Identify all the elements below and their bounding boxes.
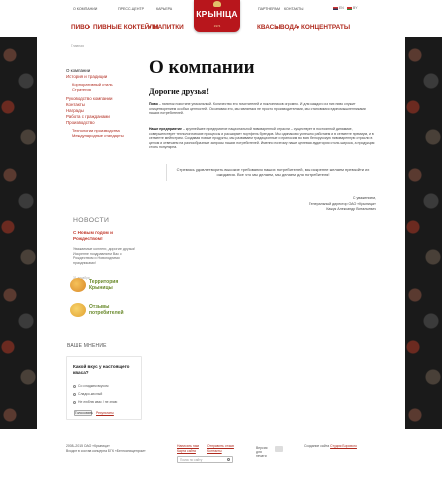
breadcrumb[interactable]: Главная bbox=[71, 44, 84, 48]
topnav-about[interactable]: О КОМПАНИИ bbox=[73, 7, 97, 11]
search-input[interactable]: Поиск по сайту bbox=[177, 456, 233, 463]
poll-widget: Какой вкус у настоящего кваса? Со сладки… bbox=[66, 356, 142, 420]
promo-territory-label: Территория Крыницы bbox=[89, 279, 119, 291]
poll-option[interactable]: Со сладким вкусом bbox=[73, 384, 108, 388]
radio-icon[interactable] bbox=[73, 400, 76, 404]
footer-credit: Создание сайта Студия Борового bbox=[304, 444, 357, 448]
sidebar-item-strategy[interactable]: Стратегия bbox=[66, 87, 146, 92]
greeting: Дорогие друзья! bbox=[149, 87, 209, 96]
promo-reviews[interactable]: Отзывы потребителей bbox=[70, 302, 140, 322]
main-nav: ПИВО ПИВНЫЕ КОКТЕЙЛИ НАПИТКИ КВАСЫ ВОДА … bbox=[0, 24, 442, 36]
nav-water[interactable]: ВОДА bbox=[280, 24, 299, 31]
footer-sitemap[interactable]: Карта сайта bbox=[177, 449, 196, 454]
results-link[interactable]: Результаты bbox=[96, 411, 114, 415]
flag-by-icon bbox=[347, 6, 352, 10]
page-title: О компании bbox=[149, 57, 255, 78]
promo-reviews-label: Отзывы потребителей bbox=[89, 304, 124, 316]
paragraph-1: Пиво – напиток поистине уникальный. Коли… bbox=[149, 102, 366, 116]
lang-en[interactable]: EN bbox=[333, 6, 344, 10]
paragraph-2: Наше предприятие – крупнейшее предприяти… bbox=[149, 127, 375, 150]
flag-en-icon bbox=[333, 6, 338, 10]
vote-button[interactable]: Голосовать bbox=[74, 410, 93, 416]
quote: Стремясь удовлетворить высокие требовани… bbox=[176, 167, 370, 178]
poll-option[interactable]: Сладко-кислый bbox=[73, 392, 102, 396]
left-decor-panel bbox=[0, 37, 37, 429]
signature: С уважением, Генеральный директор ОАО «К… bbox=[308, 196, 376, 212]
nav-separator bbox=[297, 26, 299, 28]
nav-beer[interactable]: ПИВО bbox=[71, 24, 90, 31]
sidebar-item-history[interactable]: История и традиции bbox=[66, 74, 146, 80]
lang-by[interactable]: BY bbox=[347, 6, 358, 10]
map-pin-icon bbox=[70, 278, 86, 292]
footer-contacts[interactable]: Контакты bbox=[207, 449, 222, 454]
right-decor-panel bbox=[405, 37, 442, 429]
logo-name: КРЫНIЦА bbox=[196, 9, 238, 19]
printer-icon[interactable] bbox=[275, 446, 283, 452]
nav-separator bbox=[88, 26, 90, 28]
studio-link[interactable]: Студия Борового bbox=[330, 444, 357, 448]
nav-separator bbox=[276, 26, 278, 28]
sidebar-menu: О компании История и традиции Корпоратив… bbox=[66, 68, 146, 138]
footer bbox=[0, 429, 442, 500]
news-heading: НОВОСТИ bbox=[73, 217, 110, 224]
footer-copyright: 2008–2015 ОАО «Крыница» Входит в состав … bbox=[66, 444, 146, 453]
topnav-career[interactable]: КАРЬЕРА bbox=[156, 7, 172, 11]
nav-concentrates[interactable]: КОНЦЕНТРАТЫ bbox=[301, 24, 350, 31]
sidebar-item-production[interactable]: Производство bbox=[66, 120, 146, 126]
news-title[interactable]: С Новым годом и Рождеством! bbox=[73, 230, 137, 242]
poll-question: Какой вкус у настоящего кваса? bbox=[73, 364, 130, 375]
crest-icon bbox=[213, 1, 221, 7]
topnav-partners[interactable]: ПАРТНЕРАМ bbox=[258, 7, 280, 11]
poll-option[interactable]: Не люблю квас / не знаю bbox=[73, 400, 117, 404]
promo-territory[interactable]: Территория Крыницы bbox=[70, 277, 140, 297]
nav-drinks[interactable]: НАПИТКИ bbox=[153, 24, 184, 31]
print-version[interactable]: Версия для печати bbox=[256, 446, 272, 458]
radio-icon[interactable] bbox=[73, 392, 76, 396]
vote-heading: ВАШЕ МНЕНИЕ bbox=[67, 343, 107, 349]
sidebar-item-standards[interactable]: Международные стандарты bbox=[66, 133, 146, 138]
topnav-press[interactable]: ПРЕСС-ЦЕНТР bbox=[118, 7, 144, 11]
topnav-contacts[interactable]: КОНТАКТЫ bbox=[284, 7, 303, 11]
radio-icon[interactable] bbox=[73, 384, 76, 388]
news-body: Уважаемые коллеги, дорогие друзья! Искре… bbox=[73, 247, 136, 265]
nav-separator bbox=[149, 26, 151, 28]
chat-bubble-icon bbox=[70, 303, 86, 317]
search-icon[interactable] bbox=[227, 458, 230, 461]
